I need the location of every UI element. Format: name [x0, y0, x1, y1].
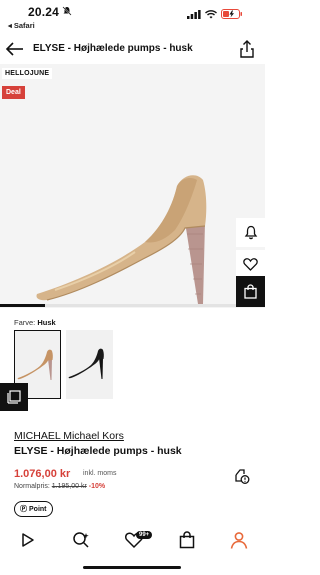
old-price: 1.195,00 kr [51, 483, 87, 490]
nude-pump-thumbnail [17, 349, 53, 380]
gallery-progress [0, 304, 265, 307]
gallery-progress-fill [0, 304, 46, 307]
points-badge: Ⓟ Point [14, 501, 53, 517]
home-indicator [83, 566, 181, 569]
bag-icon [244, 284, 257, 299]
normal-price-label: Normalpris: [14, 483, 50, 490]
deal-badge: Deal [2, 86, 25, 99]
compare-button[interactable] [0, 383, 28, 411]
search-icon[interactable] [71, 530, 91, 550]
brand-link[interactable]: MICHAEL Michael Kors [14, 430, 124, 442]
price-alert-icon[interactable] [234, 467, 250, 485]
price: 1.076,00 kr [14, 468, 71, 480]
back-to-app-link[interactable]: ◂ Safari [8, 21, 35, 30]
bell-icon [244, 225, 257, 240]
share-icon[interactable] [238, 39, 256, 59]
color-label-prefix: Farve: [14, 318, 38, 327]
profile-icon[interactable] [229, 530, 249, 550]
status-icons [187, 9, 243, 19]
wishlist-count-badge: 99+ [136, 531, 153, 539]
black-pump-thumbnail [68, 348, 104, 379]
product-photo [36, 175, 207, 304]
compare-icon [7, 390, 21, 404]
header-title: ELYSE - Højhælede pumps - husk [33, 43, 193, 54]
heart-icon [243, 258, 258, 271]
price-note: inkl. moms [83, 470, 117, 477]
muted-bell-icon [62, 6, 72, 16]
color-swatch-black[interactable] [66, 330, 113, 399]
battery-icon [221, 9, 242, 19]
bottom-navigation [0, 524, 265, 554]
color-label: Farve: Husk [14, 318, 56, 327]
bag-icon[interactable] [177, 530, 197, 550]
signal-icon [187, 9, 201, 19]
play-icon[interactable] [18, 530, 38, 550]
product-image-gallery[interactable]: HELLOJUNE Deal [0, 64, 265, 308]
brand-badge: HELLOJUNE [2, 68, 53, 79]
points-icon: Ⓟ [20, 506, 27, 513]
wishlist-button[interactable] [236, 250, 265, 279]
points-label: Point [29, 505, 47, 513]
product-name: ELYSE - Højhælede pumps - husk [14, 445, 182, 457]
normal-price: Normalpris: 1.195,00 kr -10% [14, 483, 105, 490]
notify-button[interactable] [236, 218, 265, 247]
back-arrow-icon[interactable] [5, 40, 25, 58]
status-bar: 20.24 ◂ Safari [0, 0, 265, 32]
selected-color: Husk [37, 318, 56, 327]
product-header: ELYSE - Højhælede pumps - husk [0, 34, 265, 64]
status-time: 20.24 [28, 5, 60, 19]
wifi-icon [205, 9, 217, 18]
add-to-bag-button[interactable] [236, 276, 265, 307]
discount-badge: -10% [88, 483, 106, 490]
